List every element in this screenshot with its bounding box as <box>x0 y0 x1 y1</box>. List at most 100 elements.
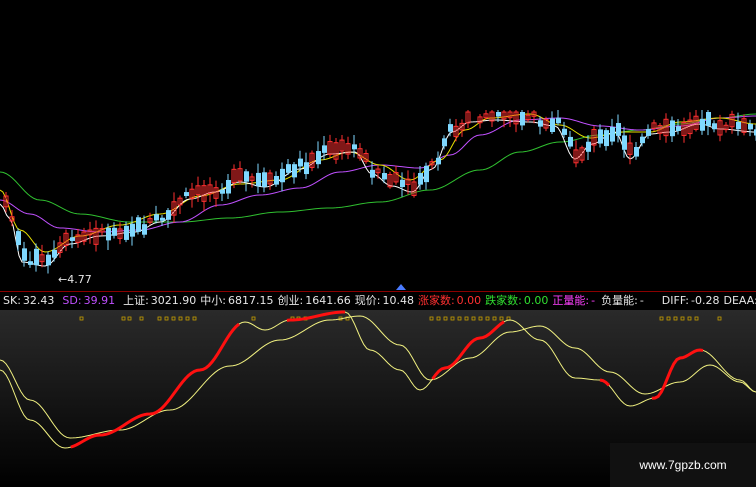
watermark: www.7gpzb.com <box>610 443 756 487</box>
candle-body <box>184 192 189 197</box>
info-item-label: 创业: <box>277 294 304 307</box>
info-item-label: DEAA: <box>723 294 756 307</box>
candle-body <box>28 261 33 265</box>
candle-body <box>280 168 285 183</box>
info-item-value: 32.43 <box>22 294 55 307</box>
candle-body <box>418 173 423 185</box>
info-item-value: -0.28 <box>691 294 720 307</box>
candle-body <box>640 136 645 144</box>
candle-body <box>700 118 705 131</box>
info-item-value: 39.91 <box>83 294 116 307</box>
candle-body <box>286 164 291 173</box>
info-item-value: 0.00 <box>523 294 549 307</box>
candle-body <box>16 231 21 246</box>
info-item: 创业: 1641.66 <box>278 294 351 307</box>
candle-body <box>550 118 555 133</box>
info-item: DEAA:-0.21 <box>724 294 756 307</box>
candle-body <box>382 173 387 180</box>
candle-body <box>568 136 573 147</box>
candle-body <box>616 123 621 136</box>
info-item: 正量能: - <box>552 294 595 307</box>
candle-body <box>736 121 741 130</box>
candle-body <box>676 126 681 131</box>
info-item: SK: 32.43 <box>3 294 54 307</box>
candle-body <box>556 117 561 124</box>
candle-body <box>112 227 117 236</box>
candle-body <box>610 126 615 142</box>
info-item-value: 1641.66 <box>305 294 351 307</box>
candle-body <box>424 165 429 183</box>
candle-body <box>436 157 441 165</box>
candle-body <box>712 123 717 130</box>
candle-body <box>496 112 501 117</box>
candle-body <box>622 135 627 150</box>
info-item-label: SK: <box>3 294 21 307</box>
info-item-value: - <box>591 294 596 307</box>
candle-body <box>322 145 327 153</box>
candle-body <box>226 179 231 194</box>
info-item-value: 6817.15 <box>228 294 274 307</box>
candle-body <box>520 112 525 126</box>
candle-body <box>274 175 279 185</box>
candle-body <box>562 128 567 135</box>
info-item-label: 负量能: <box>601 294 638 307</box>
info-item: DIFF: -0.28 <box>662 294 720 307</box>
candle-body <box>124 225 129 240</box>
candle-body <box>706 112 711 126</box>
candle-body <box>256 172 261 187</box>
candle-body <box>220 189 225 194</box>
candle-body <box>304 162 309 175</box>
candle-body <box>634 146 639 157</box>
candle-body <box>646 129 651 136</box>
candle-body <box>316 151 321 165</box>
info-item: 跌家数: 0.00 <box>485 294 548 307</box>
candle-body <box>34 248 39 266</box>
candle-body <box>166 210 171 220</box>
candle-body <box>400 179 405 188</box>
info-item: 中小: 6817.15 <box>200 294 273 307</box>
candle-body <box>244 171 249 182</box>
candle-body <box>52 249 57 258</box>
candle-body <box>262 172 267 187</box>
candle-body <box>154 214 159 221</box>
candle-body <box>448 124 453 132</box>
info-item-label: 现价: <box>354 294 381 307</box>
info-item-value: 10.48 <box>382 294 414 307</box>
current-marker-icon <box>396 284 406 290</box>
info-item-label: 跌家数: <box>485 294 522 307</box>
candle-body <box>748 123 753 130</box>
candle-body <box>70 237 75 241</box>
info-item-label: 涨家数: <box>417 294 455 307</box>
candle-body <box>292 164 297 178</box>
info-item-label: SD: <box>62 294 82 307</box>
candle-body <box>670 120 675 137</box>
candle-body <box>586 141 591 152</box>
candle-body <box>442 138 447 147</box>
info-item-label: 中小: <box>200 294 227 307</box>
candle-body <box>352 144 357 150</box>
candle-body <box>604 130 609 147</box>
candle-body <box>46 254 51 266</box>
info-item-value: - <box>639 294 644 307</box>
candle-body <box>106 227 111 241</box>
info-item-value: 3021.90 <box>150 294 197 307</box>
candle-body <box>370 169 375 178</box>
candle-body <box>142 224 147 235</box>
indicator-info-bar: SK: 32.43 SD: 39.91 上证: 3021.90 中小: 6817.15 创业: 1… <box>0 292 756 309</box>
info-item-label: DIFF: <box>661 294 690 307</box>
info-item: 负量能: - <box>601 294 644 307</box>
candle-body <box>130 223 135 237</box>
min-price-label: ←4.77 <box>58 273 92 286</box>
price-candlestick-chart[interactable] <box>0 0 756 291</box>
info-item-value: 0.00 <box>456 294 482 307</box>
info-item-label: 上证: <box>123 294 149 307</box>
candle-body <box>22 248 27 261</box>
info-item-label: 正量能: <box>552 294 590 307</box>
info-item: 现价: 10.48 <box>355 294 414 307</box>
candle-body <box>538 120 543 127</box>
candle-body <box>598 129 603 144</box>
info-item: SD: 39.91 <box>62 294 115 307</box>
candle-body <box>160 217 165 221</box>
info-item: 涨家数: 0.00 <box>418 294 481 307</box>
candle-body <box>298 158 303 167</box>
